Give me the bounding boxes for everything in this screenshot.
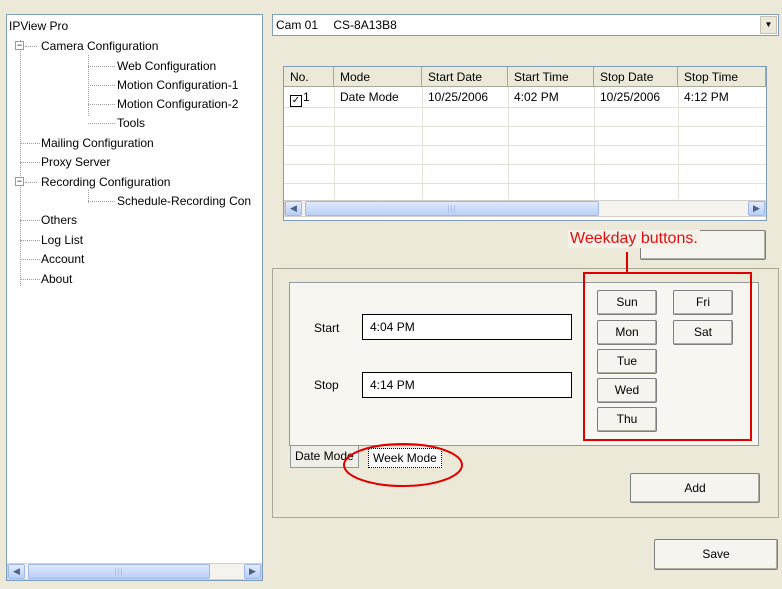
tree-item-web-configuration[interactable]: Web Configuration [117, 58, 216, 74]
column-header-stop-date[interactable]: Stop Date [594, 67, 678, 87]
column-header-start-time[interactable]: Start Time [508, 67, 594, 87]
scroll-right-icon[interactable]: ▶ [244, 564, 261, 579]
tree-item-tools[interactable]: Tools [117, 115, 145, 131]
scrollbar-thumb[interactable]: ||| [305, 201, 599, 216]
tree-line [25, 46, 37, 47]
add-button[interactable]: Add [630, 473, 760, 503]
tree-line [20, 143, 40, 144]
weekday-buttons-highlight [583, 272, 752, 441]
save-button[interactable]: Save [654, 539, 778, 570]
grid-line [284, 107, 766, 108]
tree-line [20, 220, 40, 221]
dropdown-arrow-icon[interactable]: ▼ [760, 16, 777, 34]
scroll-left-icon[interactable]: ◀ [8, 564, 25, 579]
column-header-stop-time[interactable]: Stop Time [678, 67, 766, 87]
camera-select[interactable]: Cam 01 CS-8A13B8 ▼ [272, 14, 779, 36]
collapse-toggle-icon[interactable]: − [15, 177, 24, 186]
cell-mode: Date Mode [340, 90, 399, 104]
tree-item-about[interactable]: About [41, 271, 72, 287]
tree-item-motion-configuration-1[interactable]: Motion Configuration-1 [117, 77, 238, 93]
camera-name: CS-8A13B8 [333, 18, 397, 32]
tree-line [88, 201, 115, 202]
row-number: 1 [303, 90, 310, 104]
scrollbar-thumb[interactable]: ||| [28, 564, 210, 579]
tree-line [25, 182, 37, 183]
cell-start-time: 4:02 PM [514, 90, 559, 104]
stop-label: Stop [314, 378, 339, 392]
start-time-input[interactable]: 4:04 PM [362, 314, 572, 340]
row-checkbox[interactable]: ✓ [290, 95, 302, 107]
tree-root-ipview-pro[interactable]: IPView Pro [9, 18, 68, 34]
annotation-label: Weekday buttons. [568, 230, 700, 248]
tree-line [20, 40, 21, 286]
tree-item-motion-configuration-2[interactable]: Motion Configuration-2 [117, 96, 238, 112]
tree-item-camera-configuration[interactable]: Camera Configuration [41, 38, 158, 54]
tree-horizontal-scrollbar[interactable]: ◀ ||| ▶ [7, 563, 262, 580]
camera-id: Cam 01 [276, 18, 319, 32]
tree-line [20, 240, 40, 241]
tree-item-recording-configuration[interactable]: Recording Configuration [41, 174, 170, 190]
column-header-no[interactable]: No. [284, 67, 334, 87]
annotation-connector [626, 252, 628, 272]
column-header-start-date[interactable]: Start Date [422, 67, 508, 87]
tree-item-account[interactable]: Account [41, 251, 84, 267]
tree-item-others[interactable]: Others [41, 212, 77, 228]
tree-line [88, 66, 115, 67]
scroll-right-icon[interactable]: ▶ [748, 201, 765, 216]
tree-item-log-list[interactable]: Log List [41, 232, 83, 248]
tree-line [20, 162, 40, 163]
start-label: Start [314, 321, 340, 335]
grid-line [284, 164, 766, 165]
tree-line [20, 259, 40, 260]
tree-line [88, 104, 115, 105]
tree-item-mailing-configuration[interactable]: Mailing Configuration [41, 135, 154, 151]
tree-line [88, 85, 115, 86]
grid-line [284, 183, 766, 184]
grid-line [284, 145, 766, 146]
column-header-mode[interactable]: Mode [334, 67, 422, 87]
configuration-tree[interactable]: IPView Pro − Camera Configuration Web Co… [6, 14, 263, 581]
tree-line [20, 279, 40, 280]
tree-item-proxy-server[interactable]: Proxy Server [41, 154, 110, 170]
week-mode-highlight-ellipse [343, 443, 463, 487]
collapse-toggle-icon[interactable]: − [15, 41, 24, 50]
cell-stop-date: 10/25/2006 [600, 90, 661, 104]
tree-item-schedule-recording[interactable]: Schedule-Recording Con [117, 193, 251, 209]
stop-time-input[interactable]: 4:14 PM [362, 372, 572, 398]
cell-stop-time: 4:12 PM [684, 90, 729, 104]
table-horizontal-scrollbar[interactable]: ◀ ||| ▶ [284, 200, 766, 217]
scroll-left-icon[interactable]: ◀ [285, 201, 302, 216]
grid-line [284, 126, 766, 127]
cell-start-date: 10/25/2006 [428, 90, 489, 104]
schedule-table[interactable]: No. Mode Start Date Start Time Stop Date… [283, 66, 767, 221]
tree-line [88, 123, 115, 124]
